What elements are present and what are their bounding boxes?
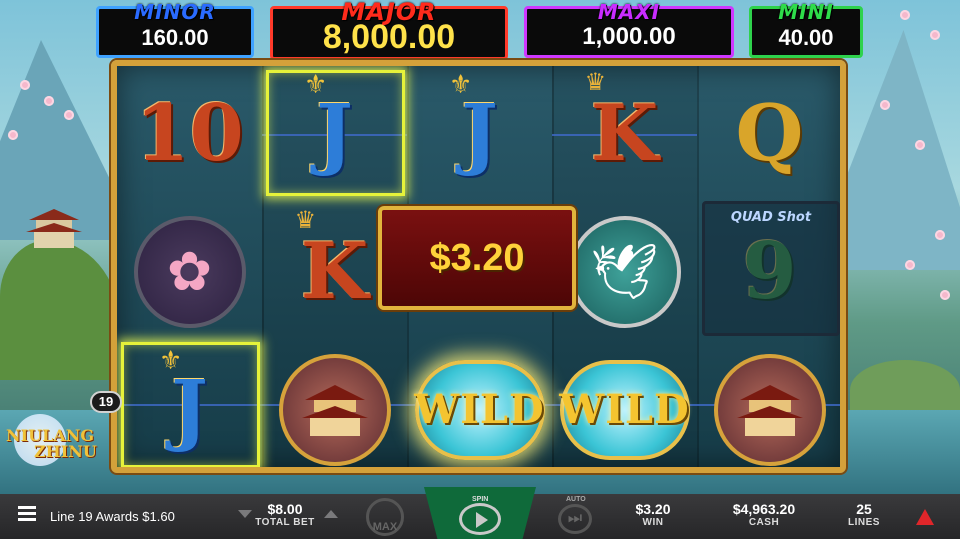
reel-symbol: ⚜ J xyxy=(407,66,552,201)
reel-symbol: ✿ xyxy=(117,204,262,339)
jackpot-minor-name: MINOR xyxy=(134,0,216,24)
cash-display: $4,963.20 CASH xyxy=(720,501,808,528)
blossom-icon xyxy=(900,10,910,20)
winning-symbol-highlight xyxy=(121,342,260,467)
jackpot-minor-value: 160.00 xyxy=(141,25,209,50)
blossom-icon xyxy=(940,290,950,300)
blossom-icon xyxy=(880,100,890,110)
total-bet-label: TOTAL BET xyxy=(255,517,315,528)
payline-award-message: Line 19 Awards $1.60 xyxy=(50,509,175,524)
jackpot-major-value: 8,000.00 xyxy=(322,18,456,56)
crane-symbol: 🕊 xyxy=(568,215,681,328)
crane-icon: 🕊 xyxy=(590,239,659,303)
lines-label: LINES xyxy=(848,517,880,528)
spin-button[interactable] xyxy=(459,503,501,535)
jackpot-minor: MINOR 160.00 xyxy=(96,0,254,58)
cash-value: $4,963.20 xyxy=(732,501,796,517)
blossom-icon xyxy=(935,230,945,240)
blossom-icon xyxy=(930,30,940,40)
jackpot-major: MAJOR 8,000.00 xyxy=(270,0,508,60)
logo-line-2: ZHINU xyxy=(34,442,97,461)
winning-symbol-highlight xyxy=(266,70,405,196)
wild-text: WILD xyxy=(559,386,690,433)
total-bet-display: $8.00 TOTAL BET xyxy=(252,501,318,528)
reel-symbol xyxy=(262,342,407,467)
lines-value: 25 xyxy=(856,501,872,517)
reel-symbol: WILD xyxy=(552,342,697,467)
reel-symbol xyxy=(697,342,840,467)
blossom-icon xyxy=(915,140,925,150)
blossom-icon xyxy=(44,96,54,106)
symbol-king: K xyxy=(300,226,369,317)
reel-symbol: 10 xyxy=(117,66,262,201)
wild-symbol: WILD xyxy=(559,359,690,460)
jackpot-maxi-value: 1,000.00 xyxy=(582,23,676,50)
wild-symbol: WILD xyxy=(414,359,545,460)
symbol-king: K xyxy=(590,88,659,179)
game-logo: NIULANG ZHINU xyxy=(4,412,114,482)
pagoda-icon xyxy=(736,384,803,436)
wild-text: WILD xyxy=(414,386,545,433)
symbol-ten: 10 xyxy=(135,88,244,179)
payline-number-badge: 19 xyxy=(90,391,122,413)
crown-icon: ♛ xyxy=(294,206,317,234)
win-amount: $3.20 xyxy=(429,236,525,279)
cash-label: CASH xyxy=(748,517,780,528)
blossom-icon xyxy=(20,80,30,90)
symbol-jack: J xyxy=(461,88,498,179)
blossom-icon xyxy=(8,130,18,140)
reel-symbol: ♛ K xyxy=(552,66,697,201)
spin-label: SPIN xyxy=(472,496,489,503)
pagoda-scenery-icon xyxy=(26,209,82,248)
win-value: $3.20 xyxy=(635,501,671,517)
flower-icon: ✿ xyxy=(166,240,213,303)
control-bar: Line 19 Awards $1.60 $8.00 TOTAL BET MAX… xyxy=(0,487,960,539)
pagoda-symbol xyxy=(713,353,826,466)
crown-icon: ♛ xyxy=(584,68,607,96)
pagoda-icon xyxy=(301,384,368,436)
jackpot-mini-value: 40.00 xyxy=(778,25,834,50)
max-bet-button[interactable]: MAX xyxy=(366,498,404,536)
total-bet-value: $8.00 xyxy=(267,501,303,517)
reel-symbol: WILD xyxy=(407,342,552,467)
peony-flower-symbol: ✿ xyxy=(133,215,246,328)
jackpot-maxi-name: MAXI xyxy=(597,0,661,24)
win-display: $3.20 WIN xyxy=(624,501,682,528)
increase-bet-arrow-icon[interactable] xyxy=(324,510,338,518)
autoplay-button[interactable]: ⏭ xyxy=(558,504,592,534)
win-amount-display: $3.20 xyxy=(378,206,576,310)
hamburger-menu-icon[interactable] xyxy=(18,506,36,522)
lines-display: 25 LINES xyxy=(843,501,885,528)
fleur-de-lis-icon: ⚜ xyxy=(449,70,473,100)
jackpot-mini-name: MINI xyxy=(778,0,834,24)
quad-shot-frame: QUAD Shot xyxy=(702,201,840,336)
win-label: WIN xyxy=(642,517,664,528)
symbol-queen: Q xyxy=(735,88,804,179)
brand-logo-icon xyxy=(916,509,934,525)
pagoda-symbol xyxy=(278,353,391,466)
hill-left xyxy=(0,240,120,380)
decrease-bet-arrow-icon[interactable] xyxy=(238,510,252,518)
blossom-icon xyxy=(64,110,74,120)
jackpot-maxi: MAXI 1,000.00 xyxy=(524,0,734,58)
auto-label: AUTO xyxy=(566,496,586,503)
blossom-icon xyxy=(905,260,915,270)
quad-shot-label: QUAD Shot xyxy=(730,210,812,225)
jackpot-mini: MINI 40.00 xyxy=(749,0,863,58)
reel-symbol: Q xyxy=(697,66,840,201)
